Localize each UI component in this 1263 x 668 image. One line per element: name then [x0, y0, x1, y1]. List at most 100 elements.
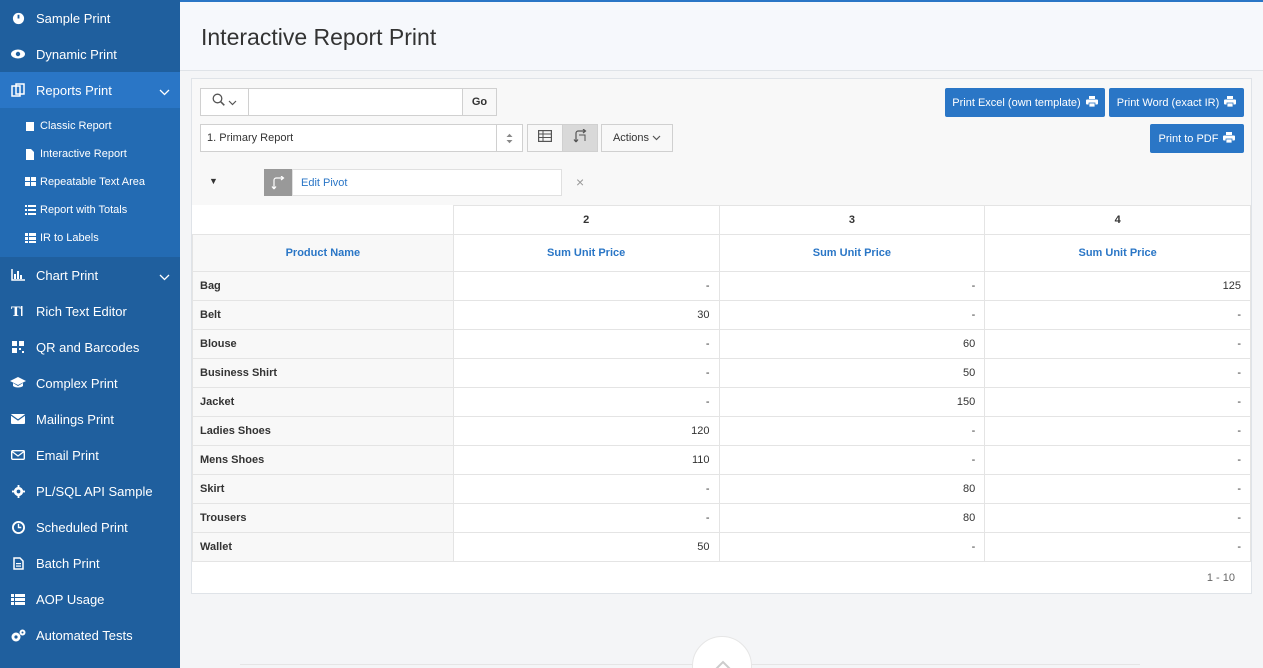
actions-menu-button[interactable]: Actions — [601, 124, 673, 152]
nav-reports-print[interactable]: Reports Print — [0, 72, 180, 108]
gear-icon — [10, 483, 26, 499]
nav-sample-print[interactable]: Sample Print — [0, 0, 180, 36]
nav-chart-print[interactable]: Chart Print — [0, 257, 180, 293]
subnav-interactive-report[interactable]: Interactive Report — [0, 140, 180, 168]
search-input[interactable] — [250, 89, 462, 115]
value-cell: 30 — [452, 300, 720, 330]
value-cell: 80 — [718, 503, 986, 533]
print-excel-button[interactable]: Print Excel (own template) — [945, 88, 1105, 117]
pivot-header-row: Product Name Sum Unit Price Sum Unit Pri… — [192, 234, 1251, 272]
nav-label: Rich Text Editor — [36, 303, 127, 319]
file-icon — [25, 148, 37, 160]
row-header-cell: Business Shirt — [192, 358, 454, 388]
nav-label: Mailings Print — [36, 411, 115, 427]
sum-unit-price-header[interactable]: Sum Unit Price — [984, 234, 1251, 272]
product-name-header[interactable]: Product Name — [192, 234, 454, 272]
pivot-settings-bar: ▼ Edit Pivot × — [192, 161, 1251, 205]
nav-qr-and-barcodes[interactable]: QR and Barcodes — [0, 329, 180, 365]
select-arrows-icon — [496, 125, 522, 151]
value-cell: - — [984, 329, 1251, 359]
value-cell: 50 — [718, 358, 986, 388]
print-pdf-label: Print to PDF — [1158, 132, 1219, 145]
value-cell: - — [452, 358, 720, 388]
table-row: Mens Shoes 110- - — [192, 445, 1251, 475]
gears-icon — [10, 627, 26, 643]
nav-email-print[interactable]: Email Print — [0, 437, 180, 473]
table-row: Jacket -150- — [192, 387, 1251, 417]
table-row: Trousers -80- — [192, 503, 1251, 533]
print-word-label: Print Word (exact IR) — [1116, 96, 1220, 109]
subnav-report-with-totals[interactable]: Report with Totals — [0, 196, 180, 224]
list-icon — [10, 591, 26, 607]
nav-label: Scheduled Print — [36, 519, 128, 535]
remove-pivot-icon[interactable]: × — [576, 174, 584, 190]
value-cell: - — [984, 503, 1251, 533]
grid-icon — [25, 176, 37, 188]
table-row: Skirt -80- — [192, 474, 1251, 504]
sum-unit-price-header[interactable]: Sum Unit Price — [452, 234, 720, 272]
value-cell: - — [452, 503, 720, 533]
column-group-header: 4 — [984, 205, 1251, 235]
subnav-label: Interactive Report — [40, 148, 127, 160]
value-cell: - — [718, 271, 986, 301]
subnav-label: Report with Totals — [40, 204, 128, 216]
value-cell: - — [718, 532, 986, 562]
search-column-button[interactable] — [201, 89, 249, 115]
value-cell: 150 — [718, 387, 986, 417]
copy-icon — [10, 82, 26, 98]
row-header-cell: Trousers — [192, 503, 454, 533]
nav-complex-print[interactable]: Complex Print — [0, 365, 180, 401]
envelope-outline-icon — [10, 447, 26, 463]
subnav-label: IR to Labels — [40, 232, 99, 244]
sum-unit-price-header[interactable]: Sum Unit Price — [718, 234, 986, 272]
scroll-to-top-button[interactable] — [692, 636, 752, 668]
clock-icon — [10, 519, 26, 535]
value-cell: - — [718, 300, 986, 330]
view-report-button[interactable] — [527, 124, 563, 152]
value-cell: 60 — [718, 329, 986, 359]
pivot-icon[interactable] — [264, 169, 292, 196]
subnav-repeatable-text-area[interactable]: Repeatable Text Area — [0, 168, 180, 196]
value-cell: 125 — [984, 271, 1251, 301]
nav-automated-tests[interactable]: Automated Tests — [0, 617, 180, 653]
list-icon — [25, 204, 37, 216]
value-cell: 50 — [452, 532, 720, 562]
row-header-cell: Blouse — [192, 329, 454, 359]
value-cell: - — [984, 387, 1251, 417]
chevron-down-icon — [652, 132, 661, 144]
go-button[interactable]: Go — [462, 89, 496, 115]
chevron-down-icon — [228, 93, 237, 111]
row-header-cell: Mens Shoes — [192, 445, 454, 475]
table-row: Wallet 50- - — [192, 532, 1251, 562]
nav-label: Batch Print — [36, 555, 100, 571]
table-row: Bag - -125 — [192, 271, 1251, 301]
nav-mailings-print[interactable]: Mailings Print — [0, 401, 180, 437]
column-group-header: 3 — [718, 205, 986, 235]
bar-chart-icon — [10, 267, 26, 283]
nav-plsql-api-sample[interactable]: PL/SQL API Sample — [0, 473, 180, 509]
subnav-ir-to-labels[interactable]: IR to Labels — [0, 224, 180, 252]
print-word-button[interactable]: Print Word (exact IR) — [1109, 88, 1244, 117]
gauge-icon — [10, 10, 26, 26]
table-icon — [538, 129, 553, 147]
nav-label: AOP Usage — [36, 591, 105, 607]
subnav-label: Classic Report — [40, 120, 112, 132]
eye-icon — [10, 46, 26, 62]
report-select[interactable]: 1. Primary Report — [200, 124, 523, 152]
value-cell: - — [984, 358, 1251, 388]
table-row: Business Shirt -50- — [192, 358, 1251, 388]
nav-batch-print[interactable]: Batch Print — [0, 545, 180, 581]
edit-icon — [25, 120, 37, 132]
nav-aop-usage[interactable]: AOP Usage — [0, 581, 180, 617]
print-pdf-button[interactable]: Print to PDF — [1150, 124, 1244, 153]
view-pivot-button[interactable] — [562, 124, 598, 152]
edit-pivot-link[interactable]: Edit Pivot — [292, 169, 562, 196]
subnav-classic-report[interactable]: Classic Report — [0, 112, 180, 140]
nav-scheduled-print[interactable]: Scheduled Print — [0, 509, 180, 545]
value-cell: - — [984, 300, 1251, 330]
value-cell: 110 — [452, 445, 720, 475]
nav-label: PL/SQL API Sample — [36, 483, 153, 499]
nav-dynamic-print[interactable]: Dynamic Print — [0, 36, 180, 72]
collapse-triangle-icon[interactable]: ▼ — [209, 176, 218, 186]
nav-rich-text-editor[interactable]: T Rich Text Editor — [0, 293, 180, 329]
